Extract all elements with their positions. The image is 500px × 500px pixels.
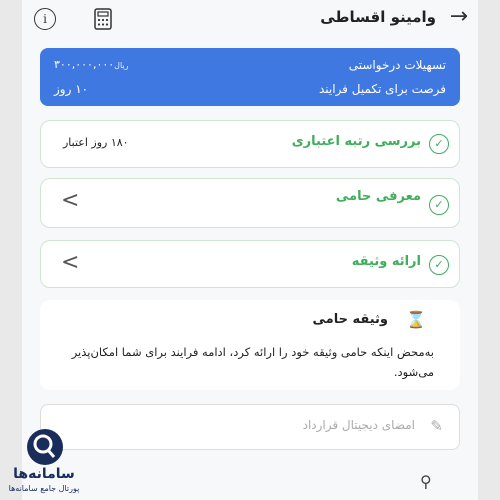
card-description: به‌محض اینکه حامی وثیقه خود را ارائه کرد… [71,345,434,379]
chevron-left-icon: < [61,250,80,275]
check-icon: ✓ [429,195,449,215]
deadline-label: فرصت برای تکمیل فرایند [318,82,446,96]
guarantor-collateral-card: ⌛ وثیقه حامی به‌محض اینکه حامی وثیقه خود… [40,300,460,390]
watermark-logo: سامانه‌ها پورتال جامع سامانه‌ها [0,428,80,500]
support-icon[interactable]: ⚲ [420,472,432,491]
step-label: امضای دیجیتال قرارداد [302,418,415,432]
deadline-value: ۱۰ روز [54,82,89,96]
app-screen: → وامینو اقساطی i تسهیلات درخواستی ۳۰۰,۰… [22,0,478,500]
top-bar: → وامینو اقساطی i [22,0,478,36]
arrow-right-icon[interactable]: → [450,4,468,29]
calculator-icon[interactable] [94,8,112,30]
currency-label: ریال [114,61,129,70]
check-icon: ✓ [429,255,449,275]
page-title: وامینو اقساطی [320,8,436,26]
step-label: معرفی حامی [335,189,421,204]
document-sign-icon: ✎ [430,417,443,435]
requested-amount: ۳۰۰,۰۰۰,۰۰۰ریال [54,58,135,72]
card-title: وثیقه حامی [312,312,389,327]
step-provide-collateral[interactable]: ✓ ارائه وثیقه < [40,240,460,288]
loan-summary-card: تسهیلات درخواستی ۳۰۰,۰۰۰,۰۰۰ریال فرصت بر… [40,48,460,106]
step-introduce-guarantor[interactable]: ✓ معرفی حامی < [40,178,460,228]
magnifier-logo-icon [27,429,63,465]
credit-days: ۱۸۰ روز اعتبار [63,136,129,149]
check-icon: ✓ [429,134,449,154]
hourglass-icon: ⌛ [406,310,426,329]
step-digital-signature[interactable]: ✎ امضای دیجیتال قرارداد [40,404,460,450]
info-icon[interactable]: i [34,8,56,30]
watermark-name: سامانه‌ها [13,466,75,482]
amount-value: ۳۰۰,۰۰۰,۰۰۰ [54,58,115,71]
step-label: ارائه وثیقه [351,254,421,269]
step-label: بررسی رتبه اعتباری [291,134,421,149]
requested-label: تسهیلات درخواستی [348,58,446,72]
watermark-tagline: پورتال جامع سامانه‌ها [8,484,80,493]
step-credit-check[interactable]: ✓ بررسی رتبه اعتباری ۱۸۰ روز اعتبار [40,120,460,168]
chevron-left-icon: < [61,188,80,213]
